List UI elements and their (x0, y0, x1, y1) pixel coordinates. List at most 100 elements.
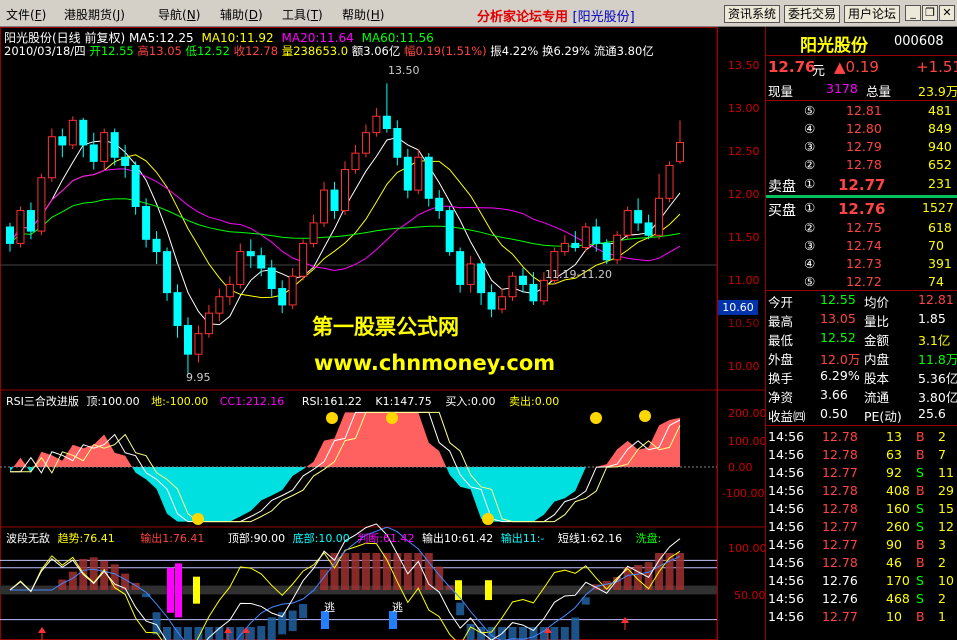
menu-assist[interactable]: 辅助(D) (220, 6, 263, 23)
rsi-axis-label: 0.00 (728, 461, 753, 474)
wave-bar (676, 553, 684, 590)
candle-body (403, 156, 412, 191)
candle-body (288, 275, 297, 306)
price-axis-label: 11.00 (728, 274, 760, 287)
price-axis-label: 11.50 (728, 231, 760, 244)
forum-button[interactable]: 用户论坛 (844, 5, 900, 23)
escape-signal: 逃 (392, 601, 403, 614)
tick-row: 14:56 12.78 46 B 2 (768, 555, 946, 570)
tick-row: 14:56 12.77 90 B 3 (768, 537, 946, 552)
candle-body (602, 242, 611, 261)
candle-body (267, 267, 276, 290)
low-annotation: 9.95 (186, 371, 211, 384)
wave-axis-label: 50.00 (734, 589, 766, 602)
bid-row: ③ 12.74 70 (804, 238, 944, 253)
forum-hint: 分析家论坛专用 [阳光股份] (477, 10, 635, 25)
tick-row: 14:56 12.78 13 B 2 (768, 429, 946, 444)
smiley-icon (326, 412, 338, 424)
candle-body (79, 119, 88, 146)
buy-arrow-icon (38, 627, 46, 633)
candle-body (498, 296, 507, 310)
wave-bar (403, 553, 412, 590)
watermark-title: 第一股票公式网 (312, 315, 459, 339)
trade-button[interactable]: 委托交易 (784, 5, 840, 23)
tick-row: 14:56 12.76 170 S 10 (768, 573, 954, 588)
wave-bar (330, 553, 339, 590)
rsi-axis-label: 200.00 (728, 407, 767, 420)
menu-file[interactable]: 文件(F) (6, 6, 46, 23)
candle-body (613, 234, 622, 261)
candle-body (665, 164, 674, 199)
candle-body (655, 197, 664, 236)
current-price-tag: 10.60 (718, 300, 758, 315)
range-annotation: 11.19-11.20 (545, 268, 612, 281)
menu-bar: 文件(F) 港股期货(J) 导航(N) 辅助(D) 工具(T) 帮助(H) 分析… (0, 0, 957, 27)
candle-body (204, 312, 213, 335)
candle-body (393, 128, 402, 158)
tick-row: 14:56 12.78 160 S 15 (768, 501, 954, 516)
candle-body (581, 226, 590, 249)
wave-bar (361, 553, 370, 590)
candle-body (644, 222, 653, 236)
stat-row: 换手 6.29% 股本 5.36亿 (768, 368, 957, 386)
ask-row: ④ 12.80 849 (804, 121, 952, 136)
stock-header: 阳光股份 000608 (766, 31, 957, 56)
tick-row: 14:56 12.76 468 S 2 (768, 591, 946, 606)
candle-body (330, 189, 339, 212)
candle-body (341, 169, 349, 212)
close-icon[interactable]: ✕ (939, 5, 955, 21)
stat-row: 收益㈣ 0.50 PE(动) 25.6 (768, 406, 946, 424)
chart-area[interactable]: 阳光股份(日线 前复权) MA5:12.25 MA10:11.92 MA20:1… (0, 27, 767, 640)
wave-bar (634, 564, 643, 590)
wave-bar (288, 610, 297, 632)
info-system-button[interactable]: 资讯系统 (724, 5, 780, 23)
candle-body (529, 283, 538, 302)
candle-body (225, 283, 234, 298)
ask-row: ③ 12.79 940 (804, 139, 952, 154)
smiley-icon (590, 412, 602, 424)
quote-panel: 阳光股份 000608 12.76 元 ▲0.19 +1.51 现量 3178 … (765, 27, 957, 640)
candle-body (382, 115, 391, 130)
menu-navigate[interactable]: 导航(N) (158, 6, 200, 23)
kline-title-line2: 2010/03/18/四 开12.55 高13.05 低12.52 收12.78… (4, 44, 654, 58)
menu-help[interactable]: 帮助(H) (342, 6, 384, 23)
price-axis-label: 10.00 (728, 360, 760, 373)
wave-bar (246, 627, 255, 640)
price-row: 12.76 元 ▲0.19 +1.51 (768, 58, 957, 79)
tick-row: 14:56 12.78 408 B 29 (768, 483, 954, 498)
menu-hk-futures[interactable]: 港股期货(J) (64, 6, 125, 23)
stock-name: 阳光股份 (800, 36, 868, 56)
wave-bar (351, 553, 360, 590)
stat-row: 今开 12.55 均价 12.81 (768, 292, 954, 310)
candle-body (163, 251, 172, 294)
wave-bar (414, 553, 423, 590)
candle-body (299, 242, 308, 277)
minimize-icon[interactable]: _ (905, 5, 921, 21)
wave-bar (89, 557, 98, 590)
smiley-icon (639, 410, 651, 422)
signal-bar (455, 580, 462, 601)
wave-axis-label: 100.00 (728, 542, 767, 555)
menu-tools[interactable]: 工具(T) (282, 6, 323, 23)
wave-bar (518, 627, 527, 640)
smiley-icon (192, 513, 204, 525)
tick-row: 14:56 12.77 92 S 11 (768, 465, 954, 480)
candle-body (676, 141, 684, 162)
ask-row: ⑤ 12.81 481 (804, 103, 952, 118)
candle-body (518, 275, 527, 285)
candle-body (320, 189, 329, 224)
tick-row: 14:56 12.77 10 B 1 (768, 609, 946, 624)
candle-body (456, 251, 465, 285)
bid-row-1: 买盘 ① 12.76 1527 (768, 200, 954, 219)
candle-body (215, 296, 224, 314)
candle-body (257, 255, 266, 269)
candle-body (571, 242, 580, 249)
candle-body (414, 156, 423, 191)
candle-body (68, 119, 77, 146)
restore-icon[interactable]: ❐ (922, 5, 938, 21)
wave-bar (299, 604, 308, 619)
candle-body (466, 263, 475, 285)
candle-body (435, 197, 444, 212)
candle-body (121, 156, 130, 166)
wave-bar (215, 627, 224, 640)
